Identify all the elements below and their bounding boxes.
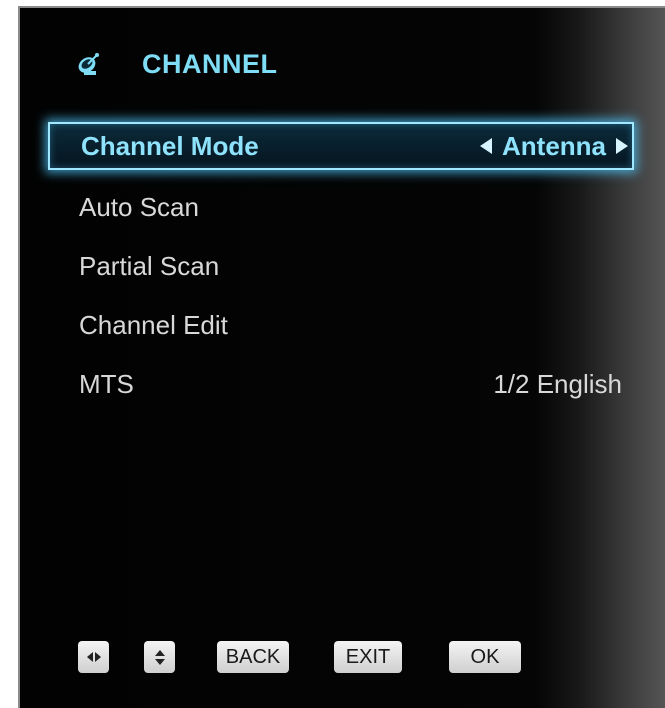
menu-item-label: Channel Mode [81,130,259,161]
menu-item-value: Antenna [502,130,606,161]
menu-item-label: Partial Scan [79,250,220,281]
menu-item-label: Auto Scan [79,191,199,222]
arrow-right-icon[interactable] [616,138,628,154]
menu-item-label: Channel Edit [79,309,228,340]
menu-item-auto-scan[interactable]: Auto Scan [48,183,634,231]
menu-item-channel-mode[interactable]: Channel Mode Antenna [48,122,634,170]
back-button[interactable]: BACK [217,641,289,673]
key-hint-bar: BACK EXIT OK [78,640,521,674]
ok-button[interactable]: OK [449,641,521,673]
left-right-key[interactable] [78,641,109,673]
page-title: CHANNEL [142,48,278,79]
menu-item-value: 1/2 English [493,368,622,399]
channel-mode-selector[interactable]: Antenna [480,131,628,162]
satellite-dish-icon [76,51,102,77]
left-right-arrows-icon [86,652,101,662]
menu-item-label: MTS [79,368,134,399]
exit-button[interactable]: EXIT [334,641,402,673]
menu-header: CHANNEL [76,44,278,84]
channel-osd-panel: CHANNEL Channel Mode Antenna Auto Scan P… [18,6,665,708]
up-down-arrows-icon [154,649,165,665]
menu-item-channel-edit[interactable]: Channel Edit [48,301,634,349]
menu-item-mts[interactable]: MTS 1/2 English [48,360,634,408]
menu-item-partial-scan[interactable]: Partial Scan [48,242,634,290]
arrow-left-icon[interactable] [480,138,492,154]
up-down-key[interactable] [144,641,175,673]
